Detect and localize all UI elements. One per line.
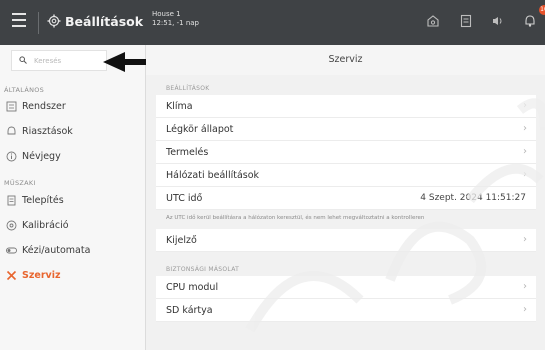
divider	[38, 12, 39, 34]
settings-row-production[interactable]: Termelés ›	[156, 141, 536, 164]
chevron-right-icon: ›	[523, 146, 527, 157]
sidebar-item-manual-auto[interactable]: Kézi/automata	[0, 240, 145, 262]
sidebar-item-label: Rendszer	[22, 101, 66, 112]
house-info[interactable]: House 1 12:51, -1 nap	[152, 10, 199, 28]
notification-badge: 10	[539, 5, 545, 15]
row-label: Termelés	[166, 147, 209, 158]
bell-icon[interactable]	[523, 14, 537, 28]
house-status: 12:51, -1 nap	[152, 19, 199, 27]
chevron-right-icon: ›	[523, 281, 527, 292]
group-label-backup: BIZTONSÁGI MÁSOLAT	[166, 266, 240, 273]
search-icon	[19, 56, 27, 64]
alarm-icon	[7, 126, 16, 135]
sidebar-item-label: Riasztások	[22, 126, 73, 137]
main-panel: Szerviz BEÁLLÍTÁSOK Klíma › Légkör állap…	[146, 45, 545, 350]
chevron-right-icon: ›	[523, 100, 527, 111]
row-label: CPU modul	[166, 282, 219, 293]
sidebar-item-label: Névjegy	[22, 151, 61, 162]
toggle-icon	[6, 247, 17, 254]
info-icon	[6, 151, 17, 162]
gear-icon	[47, 14, 61, 28]
settings-row-atmosphere[interactable]: Légkör állapot ›	[156, 118, 536, 141]
row-label: UTC idő	[166, 193, 203, 204]
settings-row-network[interactable]: Hálózati beállítások ›	[156, 164, 536, 187]
group-label-settings: BEÁLLÍTÁSOK	[166, 85, 210, 92]
main-header: Szerviz	[146, 45, 545, 75]
sidebar-item-installation[interactable]: Telepítés	[0, 190, 145, 212]
calibration-icon	[6, 220, 17, 231]
row-label: Kijelző	[166, 235, 197, 246]
chevron-right-icon: ›	[523, 304, 527, 315]
row-label: Légkör állapot	[166, 124, 234, 135]
sidebar: ÁLTALÁNOS Rendszer Riasztások Névjegy MŰ…	[0, 45, 146, 350]
chevron-right-icon: ›	[523, 123, 527, 134]
row-label: Hálózati beállítások	[166, 170, 260, 181]
settings-row-utc-time: UTC idő 4 Szept. 2024 11:51:27	[156, 187, 536, 210]
settings-row-climate[interactable]: Klíma ›	[156, 95, 536, 118]
sidebar-item-label: Telepítés	[22, 195, 64, 206]
section-label-technical: MŰSZAKI	[4, 179, 36, 187]
report-icon[interactable]	[459, 14, 473, 28]
sidebar-item-alarms[interactable]: Riasztások	[0, 121, 145, 143]
utc-time-value: 4 Szept. 2024 11:51:27	[420, 193, 526, 203]
search-input[interactable]	[32, 54, 106, 68]
chevron-right-icon: ›	[523, 234, 527, 245]
section-label-general: ÁLTALÁNOS	[4, 86, 45, 94]
utc-note: Az UTC idő kerül beállításra a hálózaton…	[166, 215, 425, 221]
backup-row-cpu[interactable]: CPU modul ›	[156, 276, 536, 299]
sidebar-item-calibration[interactable]: Kalibráció	[0, 215, 145, 237]
sidebar-item-about[interactable]: Névjegy	[0, 146, 145, 168]
hamburger-menu-icon[interactable]	[12, 13, 26, 27]
row-label: Klíma	[166, 101, 193, 112]
sidebar-item-service[interactable]: Szerviz	[0, 265, 145, 287]
search-box[interactable]	[11, 50, 107, 71]
house-name: House 1	[152, 10, 181, 18]
sidebar-item-label: Szerviz	[22, 270, 61, 281]
sidebar-item-label: Kalibráció	[22, 220, 69, 231]
top-bar: Beállítások House 1 12:51, -1 nap 10	[0, 0, 545, 45]
row-label: SD kártya	[166, 305, 213, 316]
home-icon[interactable]	[426, 14, 440, 28]
sidebar-item-system[interactable]: Rendszer	[0, 96, 145, 118]
service-icon	[6, 270, 17, 281]
section-title: Szerviz	[328, 54, 363, 65]
install-icon	[7, 195, 16, 206]
chevron-right-icon: ›	[523, 169, 527, 180]
page-title: Beállítások	[65, 14, 144, 29]
system-icon	[6, 101, 17, 112]
backup-row-sd-card[interactable]: SD kártya ›	[156, 299, 536, 322]
sound-icon[interactable]	[490, 14, 504, 28]
sidebar-item-label: Kézi/automata	[22, 245, 91, 256]
settings-row-display[interactable]: Kijelző ›	[156, 229, 536, 252]
